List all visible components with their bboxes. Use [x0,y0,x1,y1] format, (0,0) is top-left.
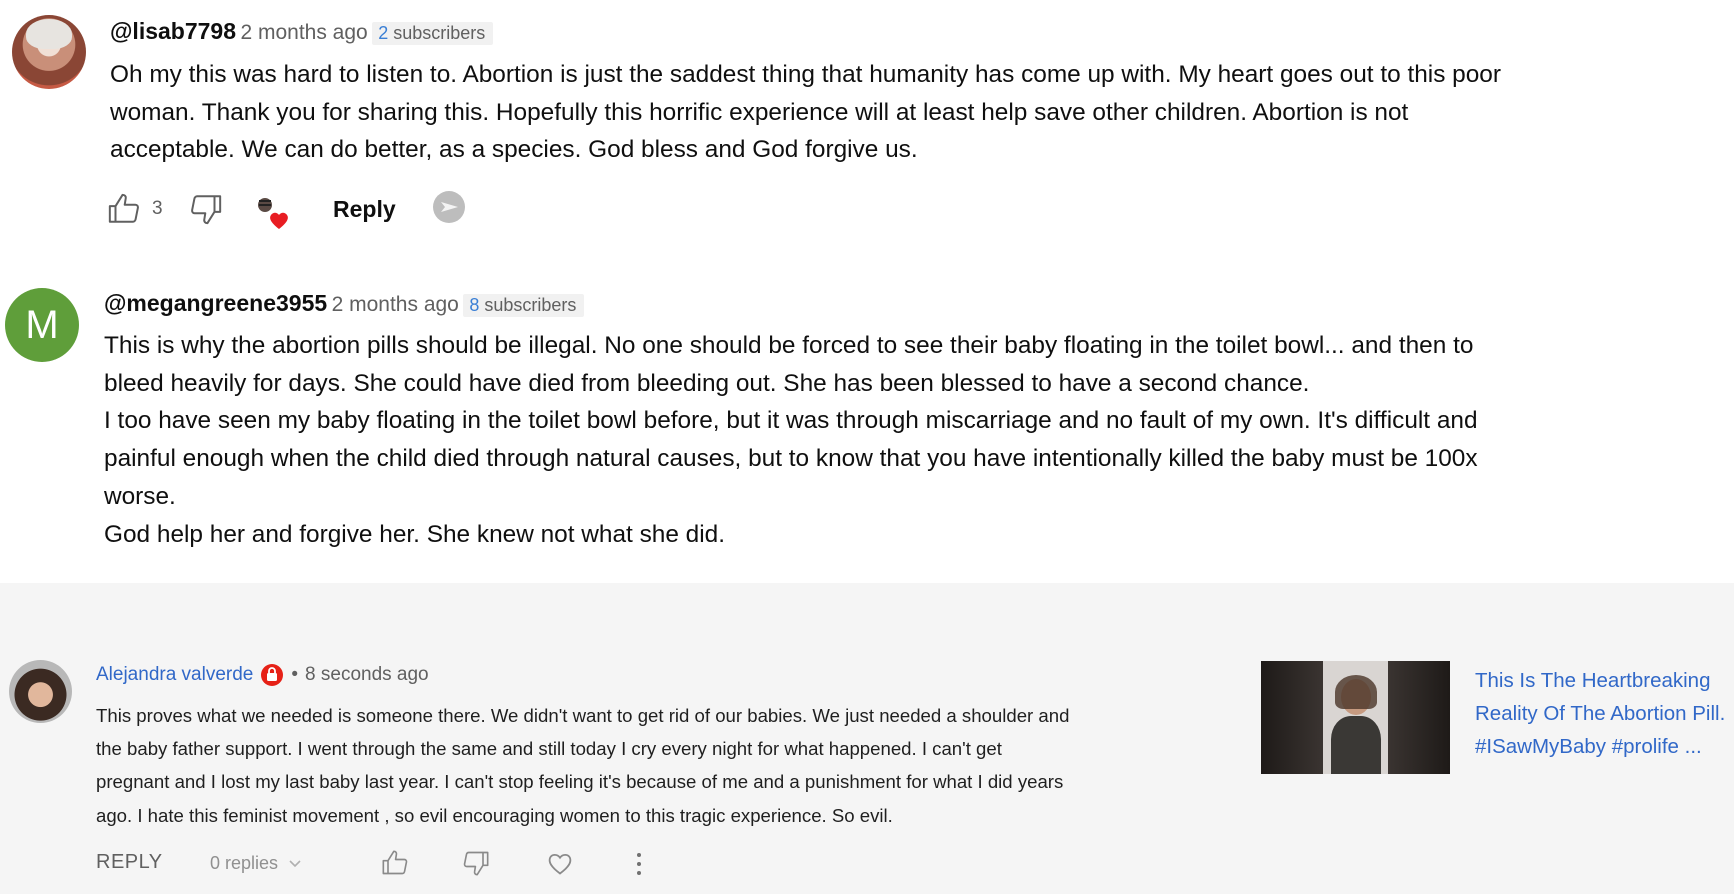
subscriber-badge: 8 subscribers [463,294,585,317]
comment-time[interactable]: 2 months ago [240,21,367,44]
avatar[interactable] [12,15,86,89]
video-title-line: #ISawMyBaby #prolife ... [1475,735,1702,758]
replies-count: 0 replies [210,853,279,873]
comment-header: @lisab7798 2 months ago 2 subscribers [110,18,494,45]
comment-line: woman. Thank you for sharing this. Hopef… [110,98,1409,126]
subscriber-badge: 2 subscribers [372,22,494,45]
like-count: 3 [152,198,163,219]
comment-header: Alejandra valverde • 8 seconds ago [96,663,429,687]
subscriber-count: 2 [378,23,389,43]
comment-header: @megangreene3955 2 months ago 8 subscrib… [104,290,585,317]
chevron-down-icon [286,855,304,873]
subscriber-count: 8 [469,295,480,315]
thumb-down-icon[interactable] [189,192,223,226]
heart-icon[interactable] [546,849,574,877]
comment-line: This is why the abortion pills should be… [104,332,1474,359]
reply-button[interactable]: Reply [333,196,396,223]
comment-author[interactable]: Alejandra valverde [96,664,253,686]
comment-line: Oh my this was hard to listen to. Aborti… [110,61,1501,88]
thumb-up-icon[interactable] [107,192,141,226]
comment-line: bleed heavily for days. She could have d… [104,369,1310,397]
comment-line: This proves what we needed is someone th… [96,705,1070,726]
loved-by-creator-heart-icon [256,196,292,232]
badge-icon [260,663,284,687]
subscriber-label: subscribers [484,295,577,315]
comment-line: I too have seen my baby floating in the … [104,407,1478,435]
comment-line: acceptable. We can do better, as a speci… [110,136,918,164]
video-title-line: This Is The Heartbreaking [1475,669,1711,692]
comment-text: This is why the abortion pills should be… [104,327,1478,553]
avatar[interactable] [9,660,72,723]
comment-time[interactable]: 8 seconds ago [305,664,429,686]
reply-button[interactable]: REPLY [96,851,163,874]
more-vert-icon[interactable] [630,850,648,878]
video-title[interactable]: This Is The Heartbreaking Reality Of The… [1475,664,1725,763]
avatar[interactable]: M [5,288,79,362]
video-title-line: Reality Of The Abortion Pill. [1475,702,1726,725]
comment-text: Oh my this was hard to listen to. Aborti… [110,56,1501,169]
translate-icon[interactable] [432,190,466,224]
comment-author[interactable]: @lisab7798 [110,18,236,44]
comment-line: ago. I hate this feminist movement , so … [96,804,893,826]
comment-line: worse. [104,482,176,510]
video-thumbnail[interactable] [1261,661,1450,774]
thumb-down-icon[interactable] [462,849,490,877]
thumb-up-icon[interactable] [381,849,409,877]
comment-author[interactable]: @megangreene3955 [104,290,327,316]
comment-line: God help her and forgive her. She knew n… [104,520,726,548]
subscriber-label: subscribers [393,23,486,43]
comment-time[interactable]: 2 months ago [332,293,459,316]
separator: • [291,664,299,685]
comment-line: painful enough when the child died throu… [104,445,1478,473]
comment-line: pregnant and I lost my last baby last ye… [96,771,1064,793]
comment-text: This proves what we needed is someone th… [96,699,1069,832]
comment-line: the baby father support. I went through … [96,738,1002,760]
replies-toggle[interactable]: 0 replies [210,853,304,874]
